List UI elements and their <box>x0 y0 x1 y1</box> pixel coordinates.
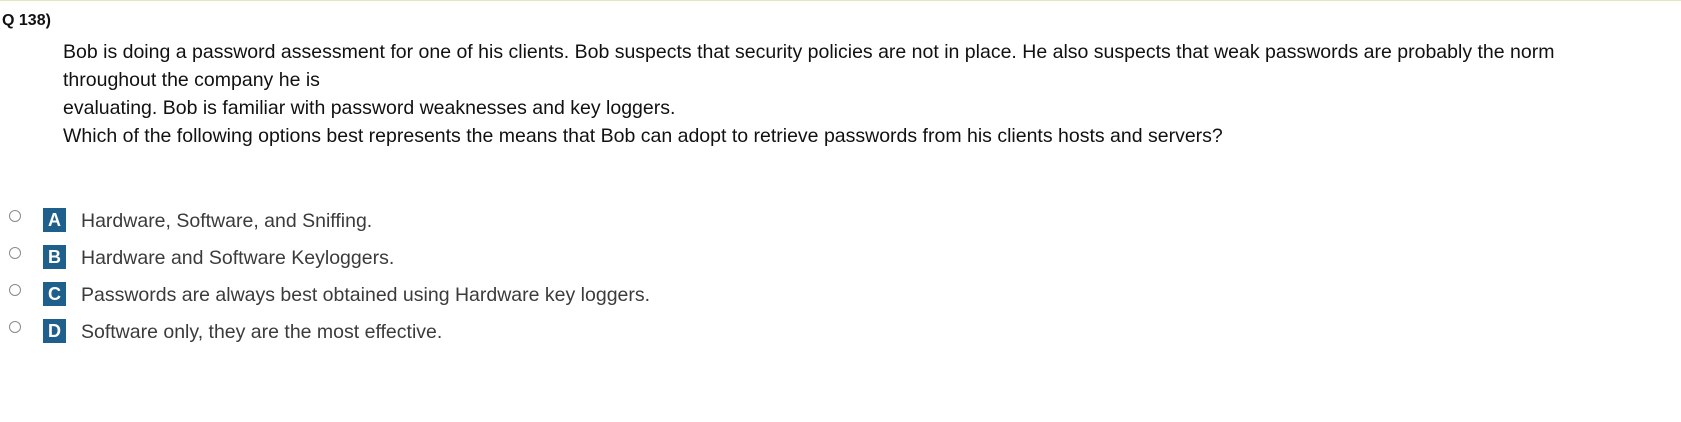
option-a[interactable]: A Hardware, Software, and Sniffing. <box>0 208 900 238</box>
option-d-radio[interactable] <box>9 321 21 333</box>
option-b-label[interactable]: Hardware and Software Keyloggers. <box>81 245 394 271</box>
option-d[interactable]: D Software only, they are the most effec… <box>0 319 900 349</box>
option-c-label[interactable]: Passwords are always best obtained using… <box>81 282 650 308</box>
top-divider <box>0 0 1681 1</box>
option-a-label[interactable]: Hardware, Software, and Sniffing. <box>81 208 372 234</box>
option-b-letter-badge: B <box>43 245 66 269</box>
question-line: Which of the following options best repr… <box>63 125 1223 147</box>
option-c-radio[interactable] <box>9 284 21 296</box>
option-c-letter-badge: C <box>43 282 66 306</box>
question-line: Bob is doing a password assessment for o… <box>63 41 1555 63</box>
option-b[interactable]: B Hardware and Software Keyloggers. <box>0 245 900 275</box>
option-d-label[interactable]: Software only, they are the most effecti… <box>81 319 442 345</box>
option-b-radio[interactable] <box>9 247 21 259</box>
question-line: evaluating. Bob is familiar with passwor… <box>63 97 676 119</box>
option-d-letter-badge: D <box>43 319 66 343</box>
option-a-radio[interactable] <box>9 210 21 222</box>
option-c[interactable]: C Passwords are always best obtained usi… <box>0 282 900 312</box>
option-a-letter-badge: A <box>43 208 66 232</box>
question-text: Bob is doing a password assessment for o… <box>63 38 1675 150</box>
question-line: throughout the company he is <box>63 69 320 91</box>
question-number: Q 138) <box>2 12 51 29</box>
